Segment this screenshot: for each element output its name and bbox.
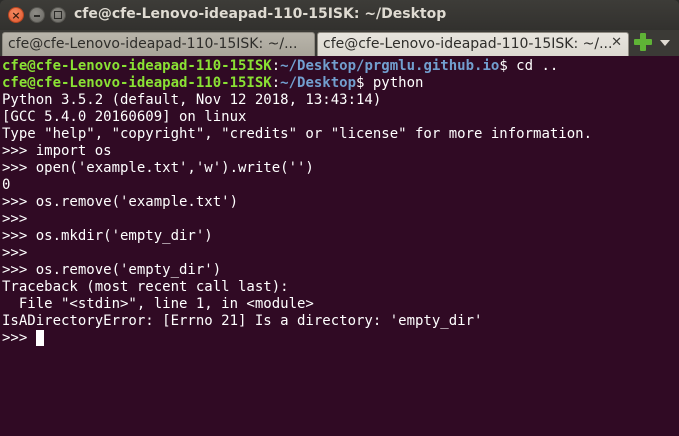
prompt-separator: : <box>271 75 281 91</box>
output-line: File "<stdin>", line 1, in <module> <box>2 296 314 312</box>
output-line: >>> <box>2 245 28 261</box>
maximize-window-button[interactable] <box>50 7 66 23</box>
window-title: cfe@cfe-Lenovo-ideapad-110-15ISK: ~/Desk… <box>74 6 447 22</box>
output-line: >>> os.remove('example.txt') <box>2 194 239 210</box>
tab-label: cfe@cfe-Lenovo-ideapad-110-15ISK: ~/... <box>8 36 298 52</box>
output-line: >>> open('example.txt','w').write('') <box>2 160 314 176</box>
terminal-output[interactable]: cfe@cfe-Lenovo-ideapad-110-15ISK:~/Deskt… <box>0 56 679 436</box>
close-window-button[interactable]: × <box>8 7 24 23</box>
prompt-separator: : <box>271 58 281 74</box>
terminal-line: cfe@cfe-Lenovo-ideapad-110-15ISK:~/Deskt… <box>2 58 679 75</box>
output-line: >>> <box>2 211 28 227</box>
minimize-icon <box>34 15 40 17</box>
output-line: >>> import os <box>2 143 112 159</box>
output-line: Type "help", "copyright", "credits" or "… <box>2 126 593 142</box>
output-line: IsADirectoryError: [Errno 21] Is a direc… <box>2 313 483 329</box>
terminal-window: × cfe@cfe-Lenovo-ideapad-110-15ISK: ~/De… <box>0 0 679 436</box>
minimize-window-button[interactable] <box>29 7 45 23</box>
prompt-user: cfe@cfe-Lenovo-ideapad-110-15ISK <box>2 58 272 74</box>
new-tab-button[interactable] <box>634 33 652 51</box>
output-line: 0 <box>2 177 11 193</box>
maximize-icon <box>54 11 62 19</box>
text-cursor <box>35 330 44 346</box>
output-line: >>> os.remove('empty_dir') <box>2 262 222 278</box>
terminal-tab-1[interactable]: cfe@cfe-Lenovo-ideapad-110-15ISK: ~/... <box>2 32 315 56</box>
close-icon: × <box>11 9 21 22</box>
output-line: Traceback (most recent call last): <box>2 279 289 295</box>
prompt-path: ~/Desktop/prgmlu.github.io <box>280 58 500 74</box>
command-text: $ python <box>356 75 424 91</box>
tab-menu-arrow-icon[interactable] <box>660 40 670 46</box>
command-text: $ cd .. <box>499 58 559 74</box>
terminal-tab-2[interactable]: cfe@cfe-Lenovo-ideapad-110-15ISK: ~/... … <box>317 32 629 56</box>
tab-label: cfe@cfe-Lenovo-ideapad-110-15ISK: ~/... <box>323 36 613 52</box>
output-line: Python 3.5.2 (default, Nov 12 2018, 13:4… <box>2 92 382 108</box>
output-line: [GCC 5.4.0 20160609] on linux <box>2 109 247 125</box>
terminal-input-line[interactable]: >>> <box>2 330 679 347</box>
prompt-user: cfe@cfe-Lenovo-ideapad-110-15ISK <box>2 75 272 91</box>
close-tab-icon[interactable]: ✕ <box>611 35 622 50</box>
title-bar[interactable]: × cfe@cfe-Lenovo-ideapad-110-15ISK: ~/De… <box>0 0 679 30</box>
tab-bar: cfe@cfe-Lenovo-ideapad-110-15ISK: ~/... … <box>0 30 679 56</box>
prompt-path: ~/Desktop <box>280 75 357 91</box>
output-line: >>> os.mkdir('empty_dir') <box>2 228 213 244</box>
python-prompt: >>> <box>2 330 36 346</box>
terminal-line: cfe@cfe-Lenovo-ideapad-110-15ISK:~/Deskt… <box>2 75 679 92</box>
